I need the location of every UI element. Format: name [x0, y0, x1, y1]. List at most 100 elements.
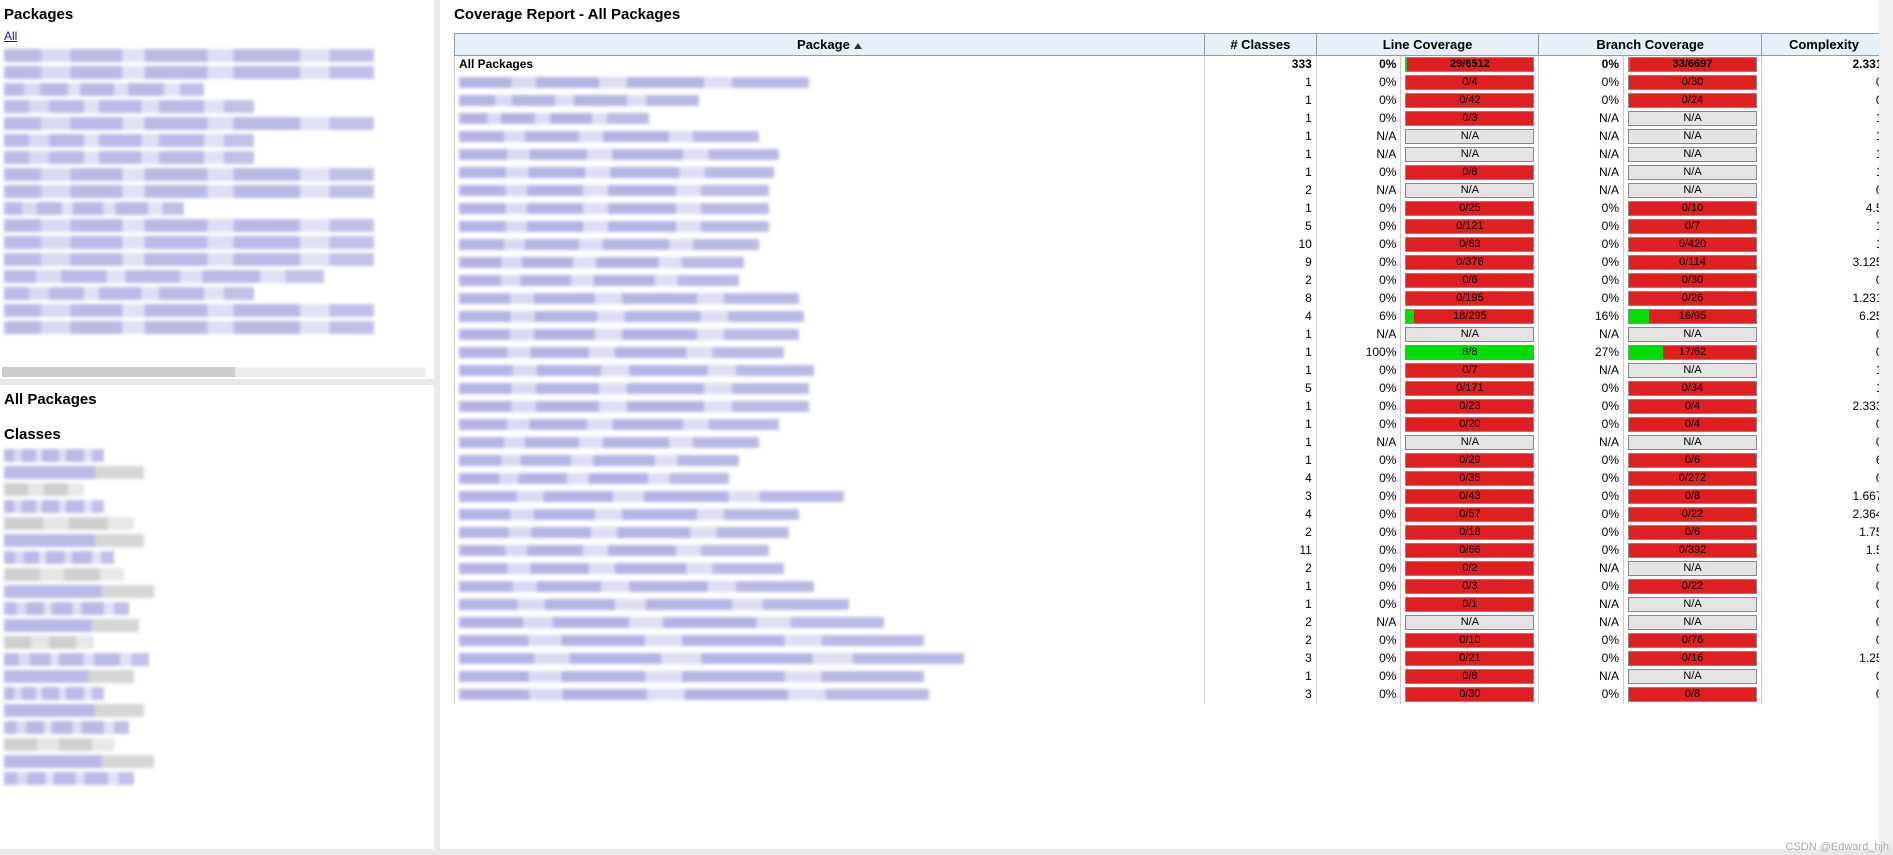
class-link-blurred[interactable] [4, 636, 94, 649]
cell-package[interactable] [455, 416, 1205, 434]
package-link-blurred[interactable] [4, 117, 374, 130]
class-link-blurred[interactable] [4, 738, 114, 751]
cell-package[interactable] [455, 398, 1205, 416]
header-branch-coverage[interactable]: Branch Coverage [1539, 34, 1762, 56]
class-link-blurred[interactable] [4, 534, 144, 547]
package-link-blurred[interactable] [4, 83, 204, 96]
class-link-blurred[interactable] [4, 568, 124, 581]
header-package[interactable]: Package [455, 34, 1205, 56]
package-link-blurred[interactable] [4, 168, 374, 181]
cell-line-bar: 0/23 [1401, 398, 1539, 416]
package-link-blurred[interactable] [4, 287, 254, 300]
cell-package[interactable] [455, 290, 1205, 308]
cell-line-pct: 0% [1316, 416, 1401, 434]
cell-package[interactable] [455, 200, 1205, 218]
coverage-bar: 0/42 [1405, 93, 1534, 108]
cell-package[interactable] [455, 128, 1205, 146]
header-complexity[interactable]: Complexity [1761, 34, 1886, 56]
horizontal-scrollbar[interactable] [2, 367, 426, 377]
coverage-bar: 0/29 [1405, 453, 1534, 468]
header-line-coverage[interactable]: Line Coverage [1316, 34, 1539, 56]
cell-package[interactable] [455, 452, 1205, 470]
class-link-blurred[interactable] [4, 466, 144, 479]
cell-package[interactable] [455, 488, 1205, 506]
cell-package[interactable] [455, 380, 1205, 398]
cell-complexity: 0 [1761, 578, 1886, 596]
header-classes[interactable]: # Classes [1204, 34, 1316, 56]
cell-package[interactable] [455, 506, 1205, 524]
class-link-blurred[interactable] [4, 449, 104, 462]
vertical-scrollbar[interactable] [1879, 0, 1893, 849]
cell-line-pct: N/A [1316, 182, 1401, 200]
cell-package[interactable] [455, 344, 1205, 362]
cell-package[interactable] [455, 326, 1205, 344]
package-link-blurred[interactable] [4, 151, 254, 164]
cell-package[interactable] [455, 614, 1205, 632]
class-link-blurred[interactable] [4, 500, 104, 513]
package-link-blurred[interactable] [4, 236, 374, 249]
cell-package[interactable] [455, 668, 1205, 686]
cell-branch-bar: N/A [1624, 362, 1762, 380]
package-link-blurred[interactable] [4, 219, 374, 232]
class-link-blurred[interactable] [4, 585, 154, 598]
cell-package[interactable] [455, 164, 1205, 182]
package-link-blurred[interactable] [4, 304, 374, 317]
package-link-blurred[interactable] [4, 185, 374, 198]
cell-branch-bar: N/A [1624, 146, 1762, 164]
class-link-blurred[interactable] [4, 619, 139, 632]
cell-package[interactable] [455, 146, 1205, 164]
cell-package[interactable] [455, 434, 1205, 452]
cell-complexity: 0 [1761, 326, 1886, 344]
cell-complexity: 4.5 [1761, 200, 1886, 218]
cell-package[interactable] [455, 110, 1205, 128]
package-link-blurred[interactable] [4, 134, 254, 147]
cell-package[interactable] [455, 542, 1205, 560]
package-link-blurred[interactable] [4, 100, 254, 113]
class-link-blurred[interactable] [4, 602, 129, 615]
class-link-blurred[interactable] [4, 517, 134, 530]
cell-package[interactable] [455, 272, 1205, 290]
cell-package[interactable] [455, 596, 1205, 614]
class-link-blurred[interactable] [4, 653, 149, 666]
cell-package[interactable] [455, 524, 1205, 542]
cell-package[interactable] [455, 182, 1205, 200]
table-row: 1N/AN/AN/AN/A1 [455, 128, 1887, 146]
all-packages-link[interactable]: All [4, 29, 17, 43]
cell-package[interactable] [455, 74, 1205, 92]
cell-package[interactable] [455, 308, 1205, 326]
class-link-blurred[interactable] [4, 721, 129, 734]
class-link-blurred[interactable] [4, 551, 114, 564]
cell-package[interactable] [455, 218, 1205, 236]
coverage-bar: 0/22 [1628, 579, 1757, 594]
class-link-blurred[interactable] [4, 772, 134, 785]
cell-package[interactable] [455, 686, 1205, 704]
cell-package[interactable] [455, 578, 1205, 596]
class-link-blurred[interactable] [4, 687, 104, 700]
class-link-blurred[interactable] [4, 483, 84, 496]
package-link-blurred[interactable] [4, 270, 324, 283]
class-link-blurred[interactable] [4, 670, 134, 683]
class-link-blurred[interactable] [4, 704, 144, 717]
cell-package[interactable] [455, 92, 1205, 110]
class-link-blurred[interactable] [4, 755, 154, 768]
package-link-blurred[interactable] [4, 49, 374, 62]
cell-package[interactable] [455, 632, 1205, 650]
cell-package[interactable] [455, 254, 1205, 272]
cell-package[interactable] [455, 236, 1205, 254]
package-link-blurred[interactable] [4, 66, 374, 79]
cell-line-bar: 0/1 [1401, 596, 1539, 614]
package-link-blurred[interactable] [4, 253, 374, 266]
coverage-bar-na: N/A [1628, 561, 1757, 576]
cell-package[interactable] [455, 362, 1205, 380]
cell-package[interactable] [455, 470, 1205, 488]
cell-package[interactable] [455, 650, 1205, 668]
cell-line-bar: 0/376 [1401, 254, 1539, 272]
package-link-blurred[interactable] [4, 321, 374, 334]
table-row: 10%0/40%0/300 [455, 74, 1887, 92]
cell-classes: 5 [1204, 380, 1316, 398]
cell-package[interactable] [455, 560, 1205, 578]
cell-line-pct: N/A [1316, 326, 1401, 344]
package-link-blurred[interactable] [4, 202, 184, 215]
coverage-bar: 18/295 [1405, 309, 1534, 324]
cell-branch-pct: N/A [1539, 128, 1624, 146]
